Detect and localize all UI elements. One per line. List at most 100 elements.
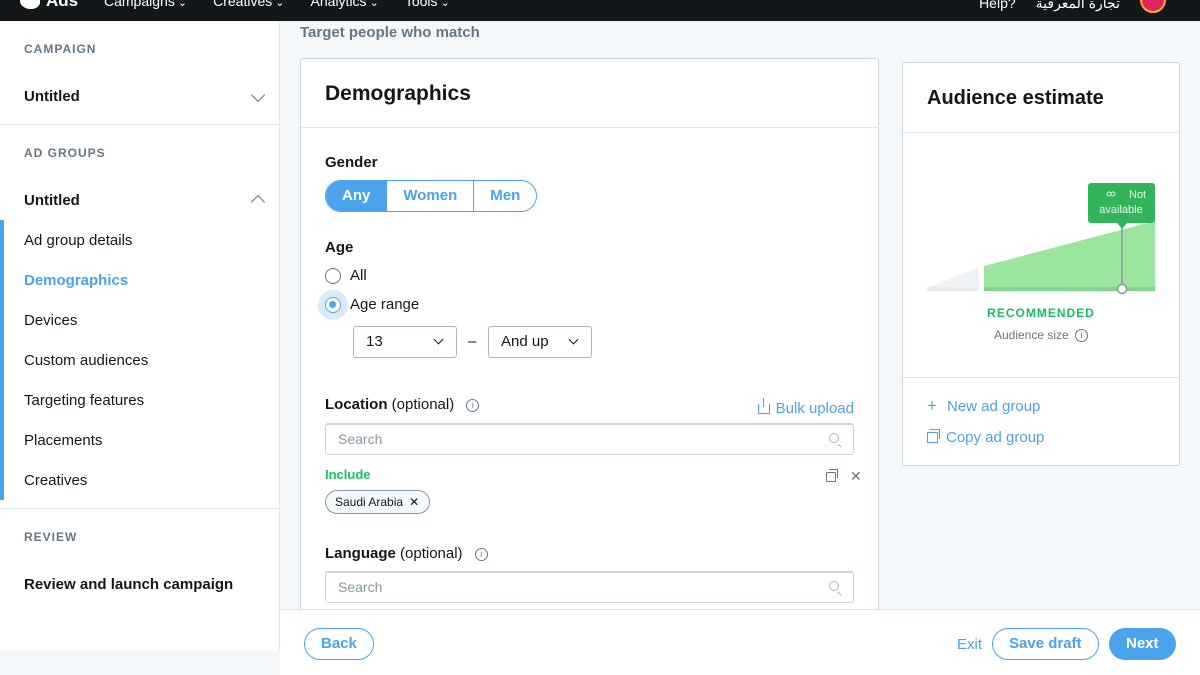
- search-icon: [829, 581, 839, 591]
- radio-checked-icon[interactable]: [325, 296, 341, 313]
- location-search-input[interactable]: Search: [325, 423, 854, 455]
- audience-size-label: Audience size i: [903, 328, 1179, 342]
- top-menu: Campaigns Creatives Analytics Tools: [104, 0, 450, 9]
- divider: [301, 127, 878, 128]
- ad-groups-section-label: AD GROUPS: [24, 146, 106, 160]
- location-chip[interactable]: Saudi Arabia ✕: [325, 490, 431, 514]
- age-label: Age: [325, 239, 354, 256]
- divider: [0, 124, 280, 125]
- card-title: Demographics: [325, 82, 471, 105]
- graph-recommended-range: [984, 221, 1155, 291]
- info-icon[interactable]: i: [1075, 329, 1089, 342]
- divider: [0, 508, 280, 509]
- new-ad-group-label: New ad group: [947, 397, 1041, 415]
- back-button[interactable]: Back: [304, 628, 374, 660]
- campaign-section-label: CAMPAIGN: [24, 42, 97, 56]
- divider: [903, 132, 1179, 133]
- sidebar-bottom-gap: [0, 651, 280, 675]
- menu-analytics[interactable]: Analytics: [311, 0, 379, 9]
- ad-group-name[interactable]: Untitled: [24, 192, 80, 209]
- ads-logo[interactable]: Ads: [20, 0, 78, 11]
- audience-size-graph: Not available: [927, 183, 1155, 295]
- sidebar-item-custom-audiences[interactable]: Custom audiences: [24, 352, 148, 369]
- recommended-label: RECOMMENDED: [987, 306, 1095, 320]
- sidebar-item-placements[interactable]: Placements: [24, 432, 102, 449]
- divider: [903, 377, 1179, 378]
- audience-estimate-title: Audience estimate: [927, 87, 1104, 109]
- menu-tools[interactable]: Tools: [405, 0, 450, 9]
- chevron-down-icon: [568, 334, 579, 345]
- search-icon: [829, 433, 839, 443]
- save-draft-button[interactable]: Save draft: [992, 628, 1099, 660]
- plus-icon: +: [927, 396, 937, 415]
- help-link[interactable]: Help?: [979, 0, 1016, 11]
- chevron-down-icon: [433, 334, 444, 345]
- location-optional-text: (optional): [391, 396, 455, 413]
- logo-text: Ads: [46, 0, 79, 10]
- review-section-label: REVIEW: [24, 530, 78, 544]
- age-to-select[interactable]: And up: [488, 326, 592, 358]
- language-label-text: Language: [325, 545, 396, 562]
- footer-bar: Back Exit Save draft Next: [280, 609, 1200, 675]
- gender-label: Gender: [325, 154, 378, 171]
- chevron-down-icon[interactable]: [250, 87, 266, 103]
- demographics-card: Demographics Gender Any Women Men Age Al…: [300, 58, 879, 618]
- sidebar-item-creatives[interactable]: Creatives: [24, 472, 87, 489]
- location-label: Location (optional) i: [325, 396, 480, 413]
- age-range-label: Age range: [350, 296, 420, 313]
- nav-progress-line: [0, 220, 4, 500]
- close-icon[interactable]: ✕: [850, 468, 862, 485]
- language-optional-text: (optional): [400, 545, 463, 562]
- gender-women-button[interactable]: Women: [386, 181, 473, 211]
- age-range-separator: –: [468, 333, 477, 350]
- audience-size-text: Audience size: [993, 328, 1069, 342]
- language-search-placeholder: Search: [338, 579, 383, 595]
- next-button[interactable]: Next: [1109, 628, 1176, 660]
- twitter-bird-icon: [20, 0, 40, 9]
- upload-icon: [757, 397, 770, 414]
- sidebar-item-devices[interactable]: Devices: [24, 312, 77, 329]
- bulk-upload-label: Bulk upload: [775, 400, 854, 417]
- avatar[interactable]: [1140, 0, 1166, 13]
- age-all-label: All: [350, 267, 367, 284]
- page-subtitle: Target people who match: [300, 24, 480, 41]
- menu-campaigns[interactable]: Campaigns: [104, 0, 187, 9]
- age-to-value: And up: [501, 333, 549, 350]
- campaign-name[interactable]: Untitled: [24, 88, 80, 105]
- bulk-upload-link[interactable]: Bulk upload: [757, 397, 854, 417]
- age-range-option[interactable]: Age range: [325, 296, 419, 313]
- exit-link[interactable]: Exit: [957, 636, 982, 653]
- graph-baseline-left: [927, 287, 979, 291]
- location-search-placeholder: Search: [338, 431, 383, 447]
- chip-label: Saudi Arabia: [335, 495, 404, 509]
- new-ad-group-link[interactable]: + New ad group: [927, 396, 1040, 416]
- top-navigation-bar: Ads Campaigns Creatives Analytics Tools …: [0, 0, 1200, 21]
- info-icon[interactable]: i: [466, 399, 480, 412]
- sidebar-item-targeting-features[interactable]: Targeting features: [24, 392, 144, 409]
- copy-ad-group-label: Copy ad group: [946, 429, 1045, 446]
- age-from-select[interactable]: 13: [353, 326, 457, 358]
- account-switcher[interactable]: تجارة المعرفية: [1036, 0, 1120, 12]
- graph-baseline-recommended: [984, 287, 1155, 291]
- gender-segmented-control: Any Women Men: [325, 180, 538, 212]
- sidebar-item-review-and-launch[interactable]: Review and launch campaign: [24, 576, 233, 593]
- sidebar-item-ad-group-details[interactable]: Ad group details: [24, 232, 132, 249]
- copy-icon[interactable]: [826, 469, 838, 482]
- info-icon[interactable]: i: [474, 548, 488, 561]
- gender-men-button[interactable]: Men: [473, 181, 536, 211]
- graph-marker-handle: [1116, 283, 1128, 295]
- badge-pointer: [1117, 223, 1127, 229]
- gender-any-button[interactable]: Any: [326, 181, 387, 211]
- sidebar: CAMPAIGN Untitled AD GROUPS Untitled Ad …: [0, 21, 280, 651]
- location-label-text: Location: [325, 396, 388, 413]
- remove-chip-icon[interactable]: ✕: [409, 495, 419, 509]
- top-right-controls: Help? تجارة المعرفية: [979, 0, 1166, 13]
- chevron-up-icon[interactable]: [250, 194, 266, 210]
- copy-ad-group-link[interactable]: Copy ad group: [927, 429, 1044, 446]
- age-all-option[interactable]: All: [325, 267, 367, 284]
- radio-unchecked-icon[interactable]: [325, 267, 341, 284]
- sidebar-item-demographics[interactable]: Demographics: [24, 272, 128, 289]
- menu-creatives[interactable]: Creatives: [213, 0, 284, 9]
- language-search-input[interactable]: Search: [325, 571, 854, 603]
- audience-estimate-card: Audience estimate Not available RECOMMEN…: [902, 62, 1180, 466]
